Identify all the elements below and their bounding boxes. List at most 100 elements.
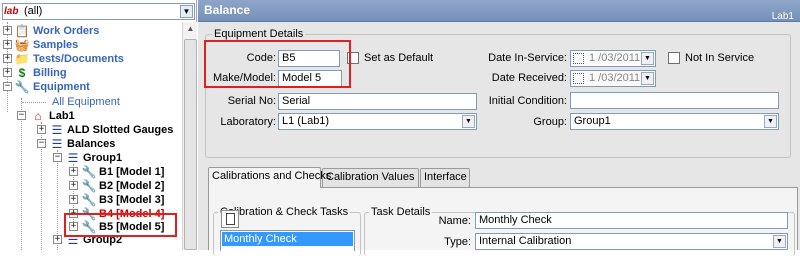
task-type-select[interactable]: Internal Calibration ▼ [475,233,788,250]
tab-calibration-values[interactable]: Calibration Values [322,168,419,187]
task-type-value: Internal Calibration [479,235,572,247]
list-icon: ☰ [51,123,63,137]
collapse-icon[interactable]: − [17,111,26,120]
chevron-down-icon[interactable]: ▼ [641,52,654,65]
tree-item-billing[interactable]: + $ Billing [0,66,182,80]
tree-item-ald-slotted-gauges[interactable]: + ☰ ALD Slotted Gauges [0,123,182,137]
task-list[interactable]: Monthly Check [220,230,355,251]
tree-item-b4[interactable]: + 🔧 B4 [Model 4] [0,207,182,221]
expand-icon[interactable]: + [3,26,12,35]
expand-icon[interactable]: + [69,167,78,176]
group-value: Group1 [574,115,611,127]
tree-item-balances[interactable]: − ☰ Balances [0,137,182,151]
laboratory-value: L1 (Lab1) [282,115,330,127]
expand-icon[interactable]: + [69,195,78,204]
navigation-pane: lab (all) ▼ + 📋 Work Orders + 🧺 Samples … [0,0,197,250]
date-in-service-value: 1 /03/2011 [589,52,641,64]
initial-condition-field[interactable] [570,92,779,109]
expand-icon[interactable]: + [69,209,78,218]
task-name-field[interactable]: Monthly Check [475,212,788,229]
list-icon: ☰ [51,137,63,151]
lab-filter-value: (all) [24,5,43,17]
expand-icon[interactable]: + [3,40,12,49]
tree-item-label: ALD Slotted Gauges [67,124,174,136]
tree-item-label: Equipment [33,81,90,93]
laboratory-select[interactable]: L1 (Lab1) ▼ [278,113,477,130]
home-icon: ⌂ [34,109,42,123]
code-label: Code: [246,52,276,64]
expand-icon[interactable]: + [53,235,62,244]
tree-item-label: Billing [33,67,67,79]
tree-item-work-orders[interactable]: + 📋 Work Orders [0,24,182,38]
page-subtitle: Lab1 [771,11,794,22]
tab-panel: Calibration & Check Tasks Monthly Check … [208,187,798,256]
date-received-value: 1 /03/2011 [589,72,641,84]
expand-icon[interactable]: + [3,68,12,77]
tab-calibrations-and-checks[interactable]: Calibrations and Checks [208,167,331,188]
collapse-icon[interactable]: − [53,153,62,162]
tools-icon: 🔧 [81,207,97,221]
date-in-service-picker[interactable]: 1 /03/2011 ▼ [570,50,656,67]
serial-no-field[interactable]: Serial [278,93,477,110]
code-field[interactable]: B5 [278,50,340,67]
tree-item-group1[interactable]: − ☰ Group1 [0,151,182,165]
group-legend: Equipment Details [214,28,304,40]
chevron-down-icon[interactable]: ▼ [641,72,654,85]
tools-icon: 🔧 [81,179,97,193]
detail-pane: Balance Lab1 Equipment Details Code: B5 … [198,0,800,256]
expand-icon[interactable]: + [69,222,78,231]
new-task-button[interactable] [221,210,239,228]
scrollbar-thumb[interactable] [184,39,197,250]
tree-item-label: Samples [33,39,79,51]
tree-item-all-equipment[interactable]: All Equipment [0,95,182,109]
not-in-service-checkbox[interactable] [668,52,680,64]
tree-item-label: B2 [Model 2] [99,180,165,192]
expand-icon[interactable]: + [69,181,78,190]
chevron-down-icon[interactable]: ▼ [462,115,475,128]
tab-interface[interactable]: Interface [420,168,470,187]
tree-item-b3[interactable]: + 🔧 B3 [Model 3] [0,193,182,207]
tree-item-label: Work Orders [33,25,100,37]
lab-filter-select[interactable]: lab (all) ▼ [2,3,195,20]
date-received-picker[interactable]: 1 /03/2011 ▼ [570,70,656,87]
page-title: Balance [204,3,251,17]
tree-item-samples[interactable]: + 🧺 Samples [0,38,182,52]
collapse-icon[interactable]: − [37,139,46,148]
chevron-down-icon[interactable]: ▼ [773,235,786,248]
expand-icon[interactable]: + [37,125,46,134]
tree-item-label: B3 [Model 3] [99,194,165,206]
collapse-icon[interactable]: − [3,82,12,91]
detail-header: Balance Lab1 [198,0,800,22]
tree-item-b2[interactable]: + 🔧 B2 [Model 2] [0,179,182,193]
scroll-up-icon[interactable]: ▲ [184,22,197,36]
expand-icon[interactable]: + [3,54,12,63]
tree-connector [22,102,46,103]
serial-no-value: Serial [282,95,311,107]
tree-scrollbar[interactable]: ▲ [182,22,197,250]
tree-item-b1[interactable]: + 🔧 B1 [Model 1] [0,165,182,179]
basket-icon: 🧺 [14,38,30,52]
clipboard-icon: 📋 [14,24,30,38]
set-default-checkbox[interactable] [347,52,359,64]
group-select[interactable]: Group1 ▼ [570,113,779,130]
tree-item-b5[interactable]: + 🔧 B5 [Model 5] [0,220,182,234]
dollar-icon: $ [18,66,26,80]
list-item[interactable]: Monthly Check [222,232,353,246]
chevron-down-icon[interactable]: ▼ [764,115,777,128]
tree-item-equipment[interactable]: − 🔧 Equipment [0,80,182,94]
laboratory-label: Laboratory: [220,116,276,128]
tree-item-lab1[interactable]: − ⌂ Lab1 [0,109,182,123]
tools-icon: 🔧 [14,80,30,94]
make-model-field[interactable]: Model 5 [278,70,342,87]
code-value: B5 [282,52,296,64]
navigation-tree: + 📋 Work Orders + 🧺 Samples + 📁 Tests/Do… [0,22,182,250]
calendar-icon [573,53,584,64]
tree-item-tests-documents[interactable]: + 📁 Tests/Documents [0,52,182,66]
tree-item-group2[interactable]: + ☰ Group2 [0,233,182,247]
chevron-down-icon[interactable]: ▼ [180,5,193,18]
detail-content: Equipment Details Code: B5 Set as Defaul… [198,22,800,256]
tools-icon: 🔧 [81,193,97,207]
tools-icon: 🔧 [81,220,97,234]
folder-icon: 📁 [14,52,30,66]
tree-item-label: B1 [Model 1] [99,166,165,178]
